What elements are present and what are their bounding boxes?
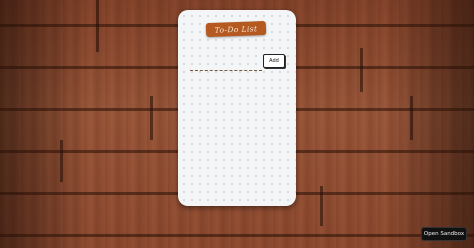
add-button[interactable]: Add [263,54,285,68]
wood-seam [410,96,413,140]
wood-seam [96,0,99,52]
wood-seam [360,48,363,92]
wood-seam [150,96,153,140]
wood-seam [320,186,323,226]
open-sandbox-button[interactable]: Open Sandbox [421,227,467,241]
todo-title: To-Do List [214,23,258,35]
title-tag: To-Do List [205,20,267,38]
wood-seam [60,140,63,182]
todo-card: To-Do List Add [178,10,296,206]
task-input[interactable] [190,62,262,71]
